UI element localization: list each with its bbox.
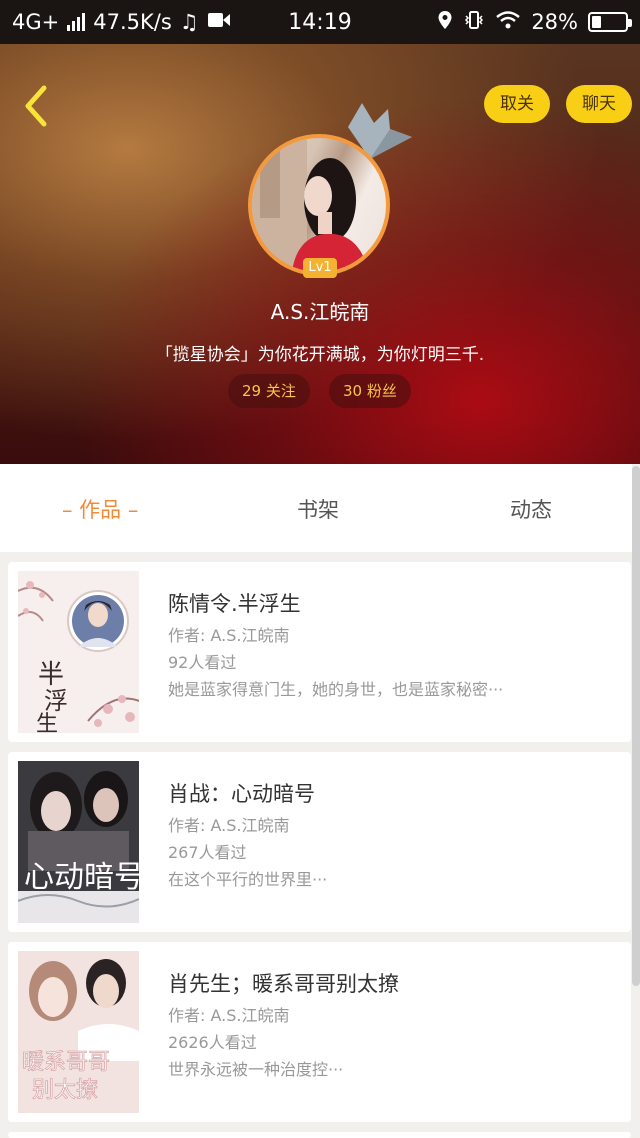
book-views: 267人看过 [168,843,247,862]
signal-icon [67,13,86,31]
book-item[interactable]: 心动暗号 肖战：心动暗号 作者: A.S.江皖南 267人看过 在这个平行的世界… [8,752,631,932]
battery-percent: 28% [531,10,578,34]
book-title: 肖战：心动暗号 [168,782,315,806]
svg-text:暖系哥哥: 暖系哥哥 [22,1050,110,1075]
svg-text:半: 半 [38,660,64,690]
book-views: 92人看过 [168,653,237,672]
wifi-icon [495,10,521,35]
vibrate-icon [463,10,485,35]
svg-text:别太撩: 别太撩 [32,1078,98,1103]
svg-text:浮: 浮 [44,687,68,715]
network-speed: 47.5K/s [93,10,172,34]
book-author: 作者: A.S.江皖南 [168,816,290,835]
svg-text:心动暗号: 心动暗号 [24,860,139,895]
book-views: 2626人看过 [168,1033,257,1052]
chevron-left-icon [25,85,47,127]
following-count[interactable]: 29 关注 [228,374,310,408]
back-button[interactable] [18,84,54,128]
chat-button[interactable]: 聊天 [566,85,632,123]
scrollbar[interactable] [632,466,640,986]
book-item[interactable]: 半 浮 生 陈情令.半浮生 作者: A.S.江皖南 92人看过 她是蓝家得意门生… [8,562,631,742]
tab-bookshelf[interactable]: 书架 [297,494,339,524]
tab-works[interactable]: – 作品 – [62,494,138,524]
unfollow-button[interactable]: 取关 [484,85,550,123]
book-description: 在这个平行的世界里··· [168,870,328,889]
svg-text:生: 生 [36,712,58,733]
book-author: 作者: A.S.江皖南 [168,1006,290,1025]
book-cover: 心动暗号 [18,761,139,923]
avatar-photo [252,138,368,272]
battery-icon [588,12,632,32]
book-cover: 暖系哥哥 别太撩 [18,951,139,1113]
book-title: 肖先生；暖系哥哥别太撩 [168,972,399,996]
location-icon [437,10,453,35]
username: A.S.江皖南 [270,300,370,324]
network-type: 4G+ [12,10,60,34]
music-icon: ♫ [179,10,199,34]
book-title: 陈情令.半浮生 [168,592,301,616]
profile-header: 取关 聊天 Lv1 A.S.江皖南 「揽星协会」为你花开满城，为你灯明三千. 2… [0,44,640,464]
book-description: 她是蓝家得意门生，她的身世，也是蓝家秘密··· [168,680,504,699]
status-bar: 4G+ 47.5K/s ♫ 14:19 28% [0,0,640,44]
tab-activity[interactable]: 动态 [510,494,552,524]
book-item[interactable]: 暖系哥哥 别太撩 肖先生；暖系哥哥别太撩 作者: A.S.江皖南 2626人看过… [8,942,631,1122]
book-author: 作者: A.S.江皖南 [168,626,290,645]
video-icon [207,10,231,34]
profile-tabs: – 作品 – 书架 动态 [0,464,632,552]
book-cover: 半 浮 生 [18,571,139,733]
level-badge: Lv1 [303,258,337,278]
avatar[interactable] [248,134,390,276]
bio-text: 「揽星协会」为你花开满城，为你灯明三千. [155,345,485,365]
fans-count[interactable]: 30 粉丝 [329,374,411,408]
book-description: 世界永远被一种治度控··· [168,1060,344,1079]
book-item[interactable] [8,1132,631,1138]
